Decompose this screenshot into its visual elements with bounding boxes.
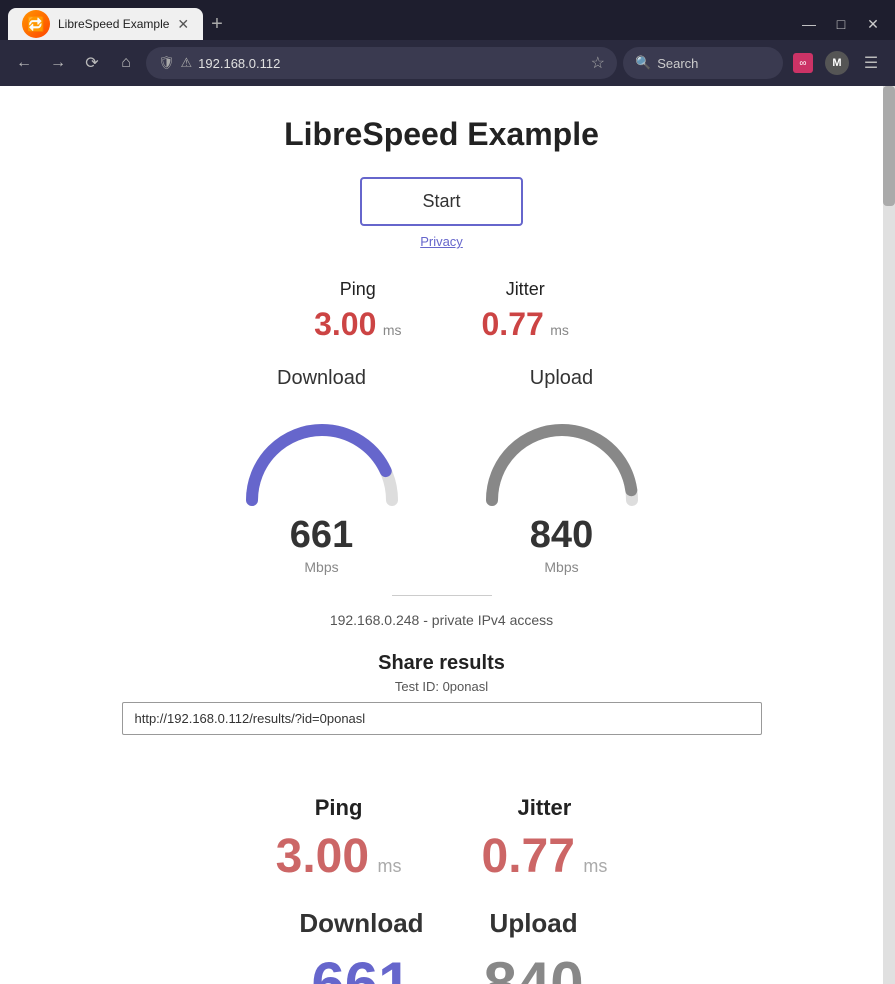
jitter-value-display: 0.77 ms [482, 306, 569, 343]
ping-unit: ms [383, 322, 402, 338]
ping-value: 3.00 [314, 306, 376, 342]
menu-button[interactable]: ☰ [857, 49, 885, 77]
address-text: 192.168.0.112 [198, 56, 584, 71]
bookmark-star-button[interactable]: ☆ [591, 53, 605, 73]
tab-close-button[interactable]: ✕ [177, 17, 189, 31]
results-jitter-box: Jitter 0.77 ms [482, 795, 608, 884]
lock-icon: ⚠ [181, 55, 193, 71]
results-gauge-row: Download 661 Mbps Upload 840 Mbps [20, 908, 863, 984]
results-download-box: Download 661 Mbps [299, 908, 423, 984]
download-unit: Mbps [232, 559, 412, 575]
upload-gauge-box: Upload 840 Mbps [472, 367, 652, 575]
results-jitter-unit: ms [583, 856, 607, 876]
download-gauge-container [232, 400, 412, 510]
results-upload-box: Upload 840 Mbps [484, 908, 584, 984]
browser-window: 🔁 LibreSpeed Example ✕ + — □ ✕ ← → ⟳ ⌂ 🛡… [0, 0, 895, 984]
account-avatar: M [825, 51, 849, 75]
results-upload-label: Upload [484, 908, 584, 939]
results-ping-unit: ms [378, 856, 402, 876]
results-ping-value-display: 3.00 ms [276, 829, 402, 884]
pocket-button[interactable]: ∞ [789, 49, 817, 77]
ip-info: 192.168.0.248 - private IPv4 access [20, 612, 863, 628]
browser-content: LibreSpeed Example Start Privacy Ping 3.… [0, 86, 895, 984]
jitter-value: 0.77 [482, 306, 544, 342]
upload-value: 840 [472, 514, 652, 557]
ping-value-display: 3.00 ms [314, 306, 401, 343]
page-content: LibreSpeed Example Start Privacy Ping 3.… [0, 86, 883, 984]
upload-unit: Mbps [472, 559, 652, 575]
reload-button[interactable]: ⟳ [78, 49, 106, 77]
results-jitter-value: 0.77 [482, 830, 575, 883]
maximize-button[interactable]: □ [827, 10, 855, 38]
jitter-unit: ms [550, 322, 569, 338]
download-gauge-box: Download 661 Mbps [232, 367, 412, 575]
search-icon: 🔍 [635, 55, 651, 71]
scrollbar-track[interactable] [883, 86, 895, 984]
download-value: 661 [232, 514, 412, 557]
ping-box: Ping 3.00 ms [314, 279, 401, 343]
security-icon: 🛡 [158, 55, 175, 71]
back-button[interactable]: ← [10, 49, 38, 77]
new-tab-button[interactable]: + [211, 13, 223, 36]
download-gauge-label: Download [232, 367, 412, 390]
download-gauge-svg [232, 400, 412, 510]
scrollbar-thumb[interactable] [883, 86, 895, 206]
upload-gauge-container [472, 400, 652, 510]
results-ping-value: 3.00 [276, 830, 369, 883]
active-tab[interactable]: 🔁 LibreSpeed Example ✕ [8, 8, 203, 40]
share-url-box[interactable]: http://192.168.0.112/results/?id=0ponasl [122, 702, 762, 735]
title-bar: 🔁 LibreSpeed Example ✕ + — □ ✕ [0, 0, 895, 40]
gauge-row: Download 661 Mbps [20, 367, 863, 575]
results-download-label: Download [299, 908, 423, 939]
results-upload-value: 840 [484, 949, 584, 984]
start-button[interactable]: Start [360, 177, 522, 226]
results-section: Ping 3.00 ms Jitter 0.77 ms [0, 795, 883, 984]
jitter-box: Jitter 0.77 ms [482, 279, 569, 343]
divider [392, 595, 492, 596]
address-bar[interactable]: 🛡 ⚠ 192.168.0.112 ☆ [146, 47, 617, 79]
forward-button[interactable]: → [44, 49, 72, 77]
results-jitter-value-display: 0.77 ms [482, 829, 608, 884]
results-download-value: 661 [299, 949, 423, 984]
close-button[interactable]: ✕ [859, 10, 887, 38]
results-ping-box: Ping 3.00 ms [276, 795, 402, 884]
account-button[interactable]: M [823, 49, 851, 77]
search-text: Search [657, 56, 698, 71]
ping-label: Ping [314, 279, 401, 300]
results-jitter-label: Jitter [482, 795, 608, 821]
nav-bar: ← → ⟳ ⌂ 🛡 ⚠ 192.168.0.112 ☆ 🔍 Search ∞ M… [0, 40, 895, 86]
results-ping-jitter: Ping 3.00 ms Jitter 0.77 ms [20, 795, 863, 884]
search-box[interactable]: 🔍 Search [623, 47, 783, 79]
jitter-label: Jitter [482, 279, 569, 300]
tab-title: LibreSpeed Example [58, 17, 169, 31]
upload-gauge-label: Upload [472, 367, 652, 390]
upload-gauge-svg [472, 400, 652, 510]
window-controls: — □ ✕ [795, 10, 887, 38]
tab-area: 🔁 LibreSpeed Example ✕ + [8, 8, 795, 40]
privacy-link[interactable]: Privacy [20, 234, 863, 249]
test-id: Test ID: 0ponasl [20, 679, 863, 694]
share-title: Share results [20, 652, 863, 675]
main-content: LibreSpeed Example Start Privacy Ping 3.… [0, 86, 883, 795]
tab-favicon: 🔁 [22, 10, 50, 38]
ping-jitter-row: Ping 3.00 ms Jitter 0.77 ms [20, 279, 863, 343]
minimize-button[interactable]: — [795, 10, 823, 38]
page-title: LibreSpeed Example [20, 116, 863, 153]
results-ping-label: Ping [276, 795, 402, 821]
home-button[interactable]: ⌂ [112, 49, 140, 77]
